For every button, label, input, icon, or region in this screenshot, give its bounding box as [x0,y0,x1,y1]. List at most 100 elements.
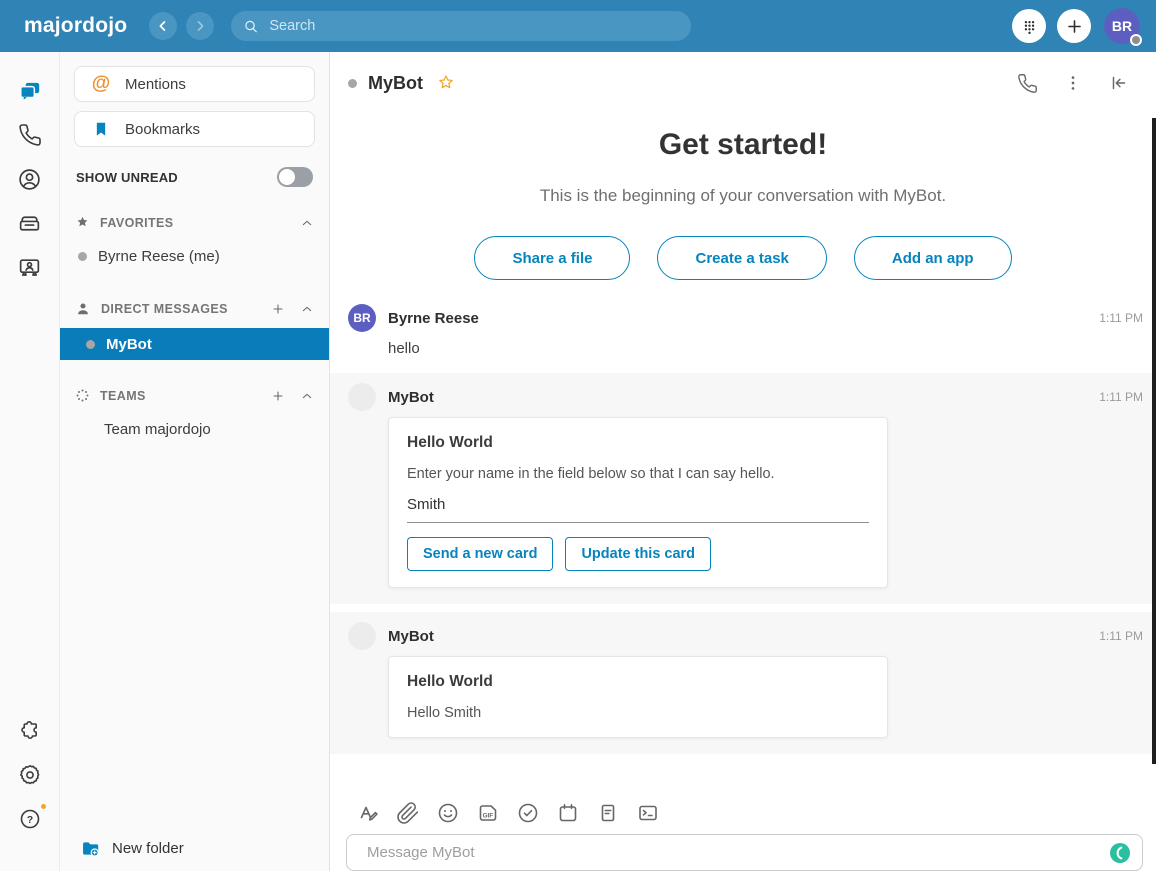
show-unread-label: SHOW UNREAD [76,170,178,185]
share-a-file-button[interactable]: Share a file [474,236,630,280]
add-icon [1065,17,1084,36]
create-a-task-button[interactable]: Create a task [657,236,826,280]
avatar-initials: BR [353,311,370,325]
help-notification-dot [39,802,48,811]
mentions-button[interactable]: @ Mentions [74,66,315,102]
collapse-right-icon[interactable] [1108,72,1130,94]
rail-phone-button[interactable] [16,121,44,149]
rail-fax-button[interactable] [16,209,44,237]
update-this-card-button[interactable]: Update this card [565,537,711,571]
avatar[interactable]: BR [348,304,376,332]
favorite-item-byrne-reese[interactable]: Byrne Reese (me) [74,239,315,273]
favorites-section-header[interactable]: FAVORITES [74,214,315,231]
rail-messages-button[interactable] [16,77,44,105]
presence-dot [86,340,95,349]
favorite-star-icon[interactable] [436,73,456,93]
avatar[interactable] [348,383,376,411]
bookmark-icon [91,119,111,139]
star-icon [74,214,91,231]
presence-dot [78,252,87,261]
new-folder-button[interactable]: New folder [74,838,315,859]
favorites-title: FAVORITES [100,216,174,230]
meetings-icon [17,255,42,280]
event-icon[interactable] [556,801,580,825]
send-status-icon [1109,842,1131,864]
more-icon[interactable] [1063,73,1083,93]
toggle-knob [279,169,295,185]
teams-title: TEAMS [100,389,146,403]
direct-messages-section-header[interactable]: DIRECT MESSAGES [74,300,315,318]
card-body: Hello Smith [407,705,869,721]
forward-button[interactable] [186,12,214,40]
show-unread-toggle[interactable] [277,167,313,187]
team-item-majordojo[interactable]: Team majordojo [74,412,315,446]
svg-text:?: ? [26,814,32,826]
folder-plus-icon [80,838,101,859]
search-icon [243,18,259,35]
messages-icon [17,78,43,104]
help-icon: ? [18,807,42,831]
message-row: MyBot 1:11 PM Hello World Enter your nam… [330,373,1156,604]
composer: GIF [330,791,1156,871]
chevron-up-icon[interactable] [299,388,315,404]
app-rail: ? [0,52,60,871]
new-actions-button[interactable] [1057,9,1091,43]
bot-card: Hello World Enter your name in the field… [388,417,888,588]
card-name-input[interactable] [407,496,869,523]
scrollbar[interactable] [1152,118,1156,764]
message-time: 1:11 PM [1099,390,1143,404]
chevron-up-icon[interactable] [299,301,315,317]
teams-section-header[interactable]: TEAMS [74,387,315,404]
task-icon[interactable] [516,801,540,825]
composer-input-row [346,834,1143,871]
code-icon[interactable] [636,801,660,825]
dialpad-button[interactable] [1012,9,1046,43]
message-list[interactable]: Get started! This is the beginning of yo… [330,108,1156,791]
rail-apps-button[interactable] [16,717,44,745]
call-icon[interactable] [1017,73,1038,94]
rail-meetings-button[interactable] [16,253,44,281]
message-time: 1:11 PM [1099,629,1143,643]
search-box [231,11,691,41]
back-button[interactable] [149,12,177,40]
top-bar: majordojo [0,0,1156,52]
message-text: hello [388,340,1143,357]
attach-icon[interactable] [396,801,420,825]
mentions-label: Mentions [125,76,186,93]
team-item-label: Team majordojo [104,421,211,438]
note-icon[interactable] [596,801,620,825]
bookmarks-label: Bookmarks [125,121,200,138]
message-row: MyBot 1:11 PM Hello World Hello Smith [330,612,1156,754]
bot-card: Hello World Hello Smith [388,656,888,738]
show-unread-row: SHOW UNREAD [76,167,313,187]
plus-icon[interactable] [270,301,286,317]
gif-icon[interactable]: GIF [476,801,500,825]
forward-icon [191,17,209,35]
send-new-card-button[interactable]: Send a new card [407,537,553,571]
avatar-initials: BR [1112,18,1132,34]
bookmarks-button[interactable]: Bookmarks [74,111,315,147]
avatar[interactable] [348,622,376,650]
contacts-icon [17,167,42,192]
add-an-app-button[interactable]: Add an app [854,236,1012,280]
rail-settings-button[interactable] [16,761,44,789]
plus-icon[interactable] [270,388,286,404]
emoji-icon[interactable] [436,801,460,825]
welcome-block: Get started! This is the beginning of yo… [330,128,1156,280]
rail-help-button[interactable]: ? [16,805,44,833]
profile-avatar[interactable]: BR [1104,8,1140,44]
chevron-up-icon[interactable] [299,215,315,231]
rail-contacts-button[interactable] [16,165,44,193]
dm-item-mybot[interactable]: MyBot [60,328,329,360]
card-body: Enter your name in the field below so th… [407,466,869,482]
message-input[interactable] [346,834,1143,871]
person-icon [74,300,92,318]
chat-panel: MyBot Get started! This is the beginning [330,52,1156,871]
settings-icon [18,763,42,787]
format-icon[interactable] [356,801,380,825]
search-input[interactable] [267,17,679,35]
topbar-actions: BR [1001,8,1140,44]
dialpad-icon [1020,17,1039,36]
direct-messages-title: DIRECT MESSAGES [101,302,228,316]
favorite-item-label: Byrne Reese (me) [98,248,220,265]
